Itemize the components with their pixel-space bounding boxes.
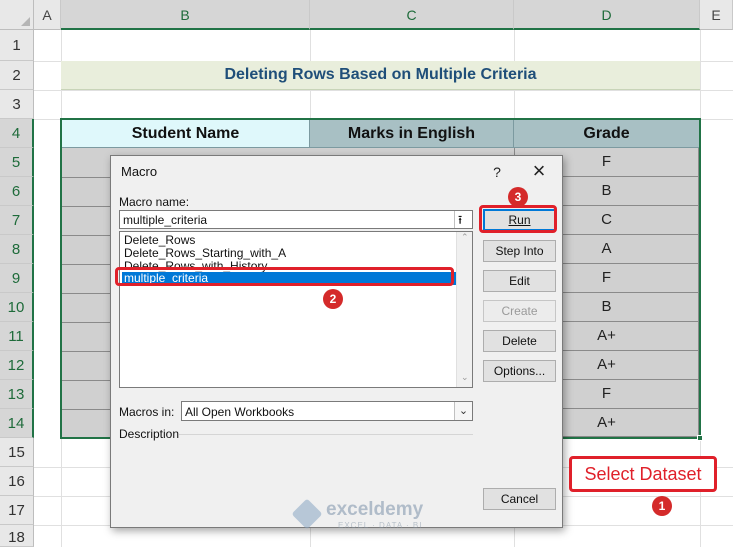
macros-in-select[interactable]: All Open Workbooks ⌄ [181,401,473,421]
delete-button[interactable]: Delete [483,330,556,352]
run-highlight-box [479,205,557,233]
macros-in-value: All Open Workbooks [185,405,295,419]
exceldemy-watermark: exceldemy EXCEL · DATA · BI [291,498,446,531]
row-header[interactable]: 10 [0,293,34,322]
list-scrollbar[interactable]: ⌃ ⌄ [456,232,472,387]
select-all-corner[interactable] [0,0,34,30]
dialog-title: Macro [121,164,158,179]
macro-highlight-box [115,267,454,286]
row-header[interactable]: 2 [0,61,34,90]
scroll-up-icon[interactable]: ⌃ [461,232,469,243]
row-header[interactable]: 8 [0,235,34,264]
column-header-a[interactable]: A [34,0,61,30]
watermark-brand: exceldemy [326,499,424,520]
close-icon[interactable]: × [527,160,551,182]
row-header[interactable]: 13 [0,380,34,409]
chevron-down-icon[interactable]: ⌄ [454,402,472,420]
step-into-button[interactable]: Step Into [483,240,556,262]
collapse-button[interactable]: ⭱ [454,211,472,228]
edit-button[interactable]: Edit [483,270,556,292]
macro-name-input[interactable]: multiple_criteria [119,210,473,229]
macros-in-label: Macros in: [119,405,175,419]
help-button[interactable]: ? [487,162,507,182]
description-label: Description [119,427,180,441]
macro-name-value: multiple_criteria [123,213,208,227]
column-header-b[interactable]: B [61,0,310,30]
row-header[interactable]: 4 [0,119,34,148]
upload-arrow-icon: ⭱ [458,213,463,227]
row-header[interactable]: 3 [0,90,34,119]
exceldemy-logo-icon [291,498,323,530]
step-badge-3: 3 [508,187,528,207]
step-badge-1: 1 [652,496,672,516]
row-header[interactable]: 11 [0,322,34,351]
row-header[interactable]: 1 [0,30,34,61]
description-divider [179,434,473,435]
cancel-button[interactable]: Cancel [483,488,556,510]
watermark-tagline: EXCEL · DATA · BI [338,521,423,530]
column-header-d[interactable]: D [514,0,700,30]
row-header[interactable]: 18 [0,525,34,547]
row-header[interactable]: 15 [0,438,34,467]
row-header[interactable]: 17 [0,496,34,525]
row-header[interactable]: 9 [0,264,34,293]
row-header[interactable]: 5 [0,148,34,177]
sheet-title: Deleting Rows Based on Multiple Criteria [61,61,700,90]
options-button[interactable]: Options... [483,360,556,382]
step-badge-2: 2 [323,289,343,309]
scroll-down-icon[interactable]: ⌄ [461,372,469,383]
column-header-c[interactable]: C [310,0,514,30]
row-header[interactable]: 16 [0,467,34,496]
macro-list[interactable]: Delete_Rows Delete_Rows_Starting_with_A … [119,231,473,388]
create-button[interactable]: Create [483,300,556,322]
macro-name-label: Macro name: [119,195,190,209]
fill-handle[interactable] [697,435,703,441]
row-header[interactable]: 14 [0,409,34,438]
row-header[interactable]: 12 [0,351,34,380]
select-dataset-label: Select Dataset [569,456,717,492]
row-header[interactable]: 7 [0,206,34,235]
row-header[interactable]: 6 [0,177,34,206]
column-header-e[interactable]: E [700,0,733,30]
gridline [34,90,733,91]
